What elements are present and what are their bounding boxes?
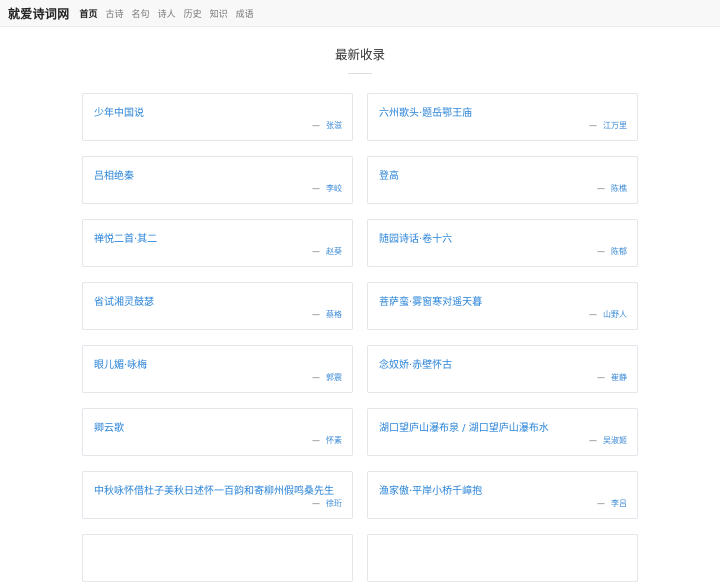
poem-card[interactable]: 禅悦二首·其二 — 赵葵 (82, 219, 353, 267)
poem-card[interactable]: 少年中国说 — 张滋 (82, 93, 353, 141)
poem-title-link[interactable]: 登高 (379, 167, 399, 182)
poem-card[interactable]: 眼儿媚·咏梅 — 郭震 (82, 345, 353, 393)
nav-link-home[interactable]: 首页 (80, 7, 98, 20)
poem-title-link[interactable]: 吕相绝秦 (94, 167, 134, 182)
poem-author[interactable]: — 赵葵 (312, 246, 342, 257)
author-dash: — (312, 499, 320, 508)
poem-author-name[interactable]: 陈郁 (611, 247, 627, 256)
poem-author[interactable]: — 张滋 (312, 120, 342, 131)
poem-author[interactable]: — 江万里 (589, 120, 627, 131)
poem-card[interactable]: 随园诗话·卷十六 — 陈郁 (367, 219, 638, 267)
author-dash: — (312, 247, 320, 256)
poem-author[interactable]: — 怀素 (312, 435, 342, 446)
author-dash: — (312, 310, 320, 319)
poem-card-grid: 少年中国说 — 张滋 六州歌头·题岳鄂王庙 — 江万里 吕相绝秦 — 李峧 登高 — 陈… (82, 93, 638, 582)
poem-author-name[interactable]: 赵葵 (326, 247, 342, 256)
poem-author-name[interactable]: 山野人 (603, 310, 627, 319)
poem-author[interactable]: — 徐珩 (312, 498, 342, 509)
poem-card[interactable]: 念奴娇·赤壁怀古 — 崔静 (367, 345, 638, 393)
poem-title-link[interactable]: 湖口望庐山瀑布泉 / 湖口望庐山瀑布水 (379, 419, 549, 434)
poem-card[interactable]: 登高 — 陈樵 (367, 156, 638, 204)
poem-title-link[interactable]: 随园诗话·卷十六 (379, 230, 452, 245)
nav-link-idioms[interactable]: 成语 (236, 7, 254, 20)
poem-title-link[interactable]: 少年中国说 (94, 104, 144, 119)
author-dash: — (312, 121, 320, 130)
poem-author-name[interactable]: 崔静 (611, 373, 627, 382)
poem-card[interactable]: 六州歌头·题岳鄂王庙 — 江万里 (367, 93, 638, 141)
poem-card[interactable]: 吕相绝秦 — 李峧 (82, 156, 353, 204)
poem-author-name[interactable]: 吴淑姬 (603, 436, 627, 445)
poem-card[interactable]: 省试湘灵鼓瑟 — 蔡格 (82, 282, 353, 330)
poem-title-link[interactable]: 眼儿媚·咏梅 (94, 356, 147, 371)
poem-card[interactable]: 卿云歌 — 怀素 (82, 408, 353, 456)
poem-author-name[interactable]: 张滋 (326, 121, 342, 130)
site-logo[interactable]: 就爱诗词网 (8, 5, 70, 22)
title-divider (348, 73, 372, 74)
poem-author[interactable]: — 陈郁 (597, 246, 627, 257)
poem-author[interactable]: — 山野人 (589, 309, 627, 320)
poem-author-name[interactable]: 郭震 (326, 373, 342, 382)
poem-title-link[interactable]: 卿云歌 (94, 419, 124, 434)
poem-author-name[interactable]: 李峧 (326, 184, 342, 193)
poem-title-link[interactable]: 念奴娇·赤壁怀古 (379, 356, 452, 371)
author-dash: — (312, 184, 320, 193)
poem-author[interactable]: — 李吕 (597, 498, 627, 509)
author-dash: — (312, 436, 320, 445)
author-dash: — (312, 373, 320, 382)
poem-title-link[interactable]: 渔家傲·平岸小桥千嶂抱 (379, 482, 482, 497)
poem-author-name[interactable]: 怀素 (326, 436, 342, 445)
poem-card[interactable]: 菩萨蛮·雾窗寒对遥天暮 — 山野人 (367, 282, 638, 330)
poem-author-name[interactable]: 徐珩 (326, 499, 342, 508)
poem-title-link[interactable]: 六州歌头·题岳鄂王庙 (379, 104, 472, 119)
poem-title-link[interactable]: 省试湘灵鼓瑟 (94, 293, 154, 308)
poem-author[interactable]: — 郭震 (312, 372, 342, 383)
author-dash: — (589, 121, 597, 130)
author-dash: — (597, 184, 605, 193)
nav-link-poems[interactable]: 古诗 (106, 7, 124, 20)
author-dash: — (589, 310, 597, 319)
author-dash: — (597, 373, 605, 382)
author-dash: — (589, 436, 597, 445)
poem-author[interactable]: — 吴淑姬 (589, 435, 627, 446)
nav-link-history[interactable]: 历史 (184, 7, 202, 20)
poem-author-name[interactable]: 江万里 (603, 121, 627, 130)
nav-link-knowledge[interactable]: 知识 (210, 7, 228, 20)
poem-title-link[interactable]: 禅悦二首·其二 (94, 230, 157, 245)
poem-card-partial[interactable] (367, 534, 638, 582)
author-dash: — (597, 499, 605, 508)
poem-author-name[interactable]: 蔡格 (326, 310, 342, 319)
poem-card-partial[interactable] (82, 534, 353, 582)
top-navbar: 就爱诗词网 首页 古诗 名句 诗人 历史 知识 成语 (0, 0, 720, 27)
poem-author[interactable]: — 陈樵 (597, 183, 627, 194)
section-title: 最新收录 (334, 47, 385, 62)
poem-card[interactable]: 湖口望庐山瀑布泉 / 湖口望庐山瀑布水 — 吴淑姬 (367, 408, 638, 456)
author-dash: — (597, 247, 605, 256)
poem-author-name[interactable]: 陈樵 (611, 184, 627, 193)
poem-card[interactable]: 中秋咏怀借杜子美秋日述怀一百韵和寄柳州假鸣桑先生 — 徐珩 (82, 471, 353, 519)
poem-author[interactable]: — 崔静 (597, 372, 627, 383)
poem-card[interactable]: 渔家傲·平岸小桥千嶂抱 — 李吕 (367, 471, 638, 519)
nav-link-poets[interactable]: 诗人 (158, 7, 176, 20)
poem-author[interactable]: — 李峧 (312, 183, 342, 194)
poem-title-link[interactable]: 中秋咏怀借杜子美秋日述怀一百韵和寄柳州假鸣桑先生 (94, 482, 334, 497)
nav-link-quotes[interactable]: 名句 (132, 7, 150, 20)
poem-author-name[interactable]: 李吕 (611, 499, 627, 508)
poem-title-link[interactable]: 菩萨蛮·雾窗寒对遥天暮 (379, 293, 482, 308)
poem-author[interactable]: — 蔡格 (312, 309, 342, 320)
